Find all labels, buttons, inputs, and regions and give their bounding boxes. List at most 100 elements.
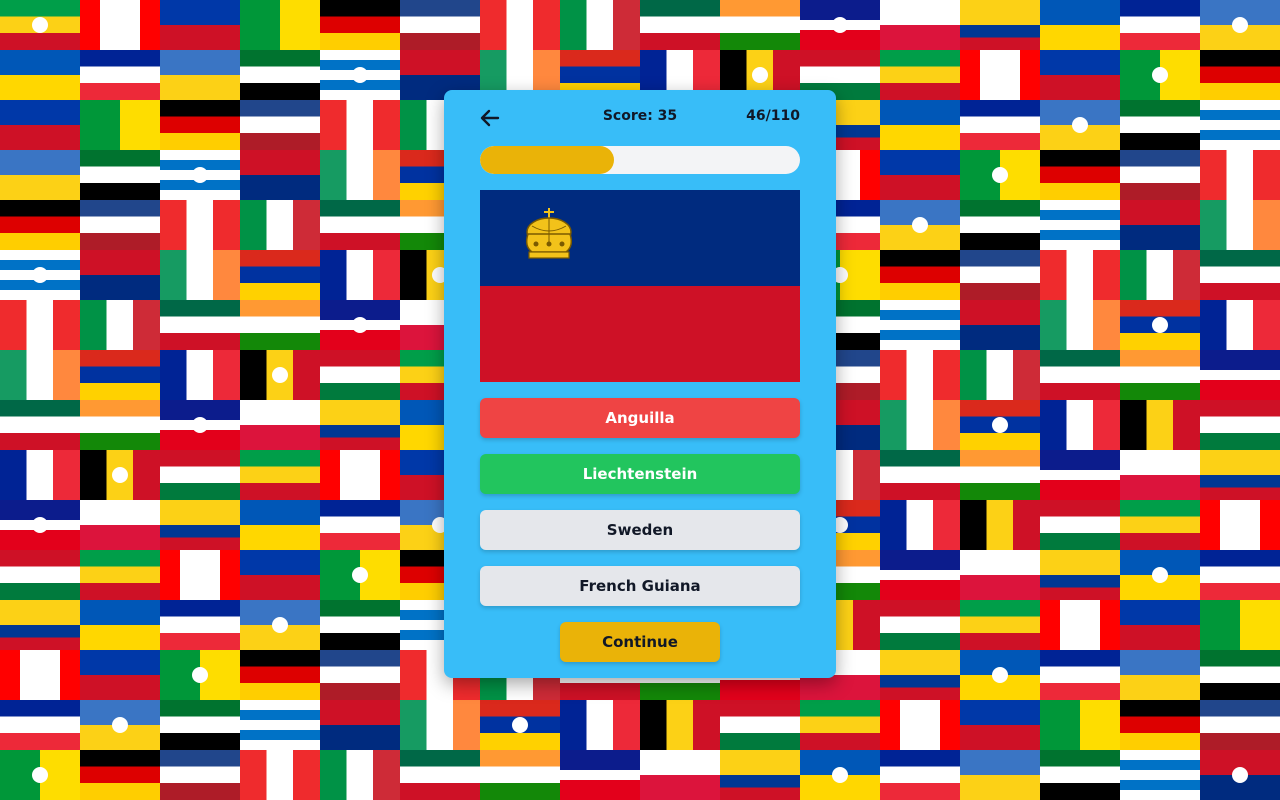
background-flag xyxy=(160,500,240,550)
background-flag xyxy=(1120,300,1200,350)
background-flag xyxy=(960,750,1040,800)
background-flag xyxy=(800,700,880,750)
background-flag xyxy=(1040,400,1120,450)
answer-option-anguilla[interactable]: Anguilla xyxy=(480,398,800,438)
background-flag xyxy=(0,550,80,600)
flag-emblem xyxy=(32,767,48,783)
continue-button[interactable]: Continue xyxy=(560,622,720,662)
background-flag xyxy=(880,350,960,400)
background-flag xyxy=(1120,600,1200,650)
background-flag xyxy=(80,300,160,350)
flag-emblem xyxy=(192,167,208,183)
background-flag xyxy=(880,150,960,200)
background-flag xyxy=(1040,500,1120,550)
background-flag xyxy=(80,500,160,550)
background-flag xyxy=(1200,600,1280,650)
background-flag xyxy=(560,0,640,50)
flag-emblem xyxy=(992,167,1008,183)
flag-emblem xyxy=(32,267,48,283)
background-flag xyxy=(720,700,800,750)
background-flag xyxy=(80,750,160,800)
background-flag xyxy=(0,300,80,350)
background-flag xyxy=(880,250,960,300)
background-flag xyxy=(240,50,320,100)
background-flag xyxy=(0,450,80,500)
background-flag xyxy=(240,400,320,450)
background-flag xyxy=(240,200,320,250)
flag-emblem xyxy=(1232,267,1248,283)
background-flag xyxy=(1040,550,1120,600)
background-flag xyxy=(320,550,400,600)
flag-emblem xyxy=(352,317,368,333)
background-flag xyxy=(1200,750,1280,800)
flag-emblem xyxy=(1152,67,1168,83)
background-flag xyxy=(1200,700,1280,750)
background-flag xyxy=(320,200,400,250)
background-flag xyxy=(960,350,1040,400)
flag-emblem xyxy=(1152,317,1168,333)
background-flag xyxy=(1040,650,1120,700)
background-flag xyxy=(480,750,560,800)
background-flag xyxy=(320,450,400,500)
background-flag xyxy=(80,550,160,600)
background-flag xyxy=(0,0,80,50)
background-flag xyxy=(80,650,160,700)
question-flag xyxy=(480,190,800,382)
background-flag xyxy=(80,600,160,650)
answer-option-french-guiana[interactable]: French Guiana xyxy=(480,566,800,606)
background-flag xyxy=(880,750,960,800)
background-flag xyxy=(640,700,720,750)
flag-emblem xyxy=(432,17,448,33)
background-flag xyxy=(1040,200,1120,250)
background-flag xyxy=(240,150,320,200)
background-flag xyxy=(1120,400,1200,450)
background-flag xyxy=(1120,550,1200,600)
background-flag xyxy=(1040,0,1120,50)
flag-emblem xyxy=(352,567,368,583)
flag-emblem xyxy=(32,517,48,533)
background-flag xyxy=(1040,700,1120,750)
background-flag xyxy=(320,150,400,200)
background-flag xyxy=(1120,100,1200,150)
background-flag xyxy=(960,700,1040,750)
flag-emblem xyxy=(512,717,528,733)
quiz-card: Score: 35 46/110 Anguilla Liechtenstein … xyxy=(444,90,836,678)
background-flag xyxy=(160,400,240,450)
background-flag xyxy=(880,50,960,100)
background-flag xyxy=(960,200,1040,250)
flag-emblem xyxy=(112,467,128,483)
background-flag xyxy=(960,300,1040,350)
background-flag xyxy=(960,450,1040,500)
flag-emblem xyxy=(272,617,288,633)
background-flag xyxy=(640,750,720,800)
answer-option-sweden[interactable]: Sweden xyxy=(480,510,800,550)
flag-emblem xyxy=(912,467,928,483)
flag-emblem xyxy=(1152,567,1168,583)
background-flag xyxy=(160,0,240,50)
background-flag xyxy=(1040,450,1120,500)
background-flag xyxy=(80,150,160,200)
background-flag xyxy=(480,700,560,750)
progress-fill xyxy=(480,146,615,174)
background-flag xyxy=(960,0,1040,50)
background-flag xyxy=(0,50,80,100)
background-flag xyxy=(80,100,160,150)
flag-emblem xyxy=(992,417,1008,433)
background-flag xyxy=(1120,250,1200,300)
background-flag xyxy=(160,100,240,150)
background-flag xyxy=(320,400,400,450)
background-flag xyxy=(0,400,80,450)
background-flag xyxy=(1040,100,1120,150)
progress-bar xyxy=(480,146,800,174)
background-flag xyxy=(0,200,80,250)
background-flag xyxy=(1120,50,1200,100)
background-flag xyxy=(80,250,160,300)
background-flag xyxy=(1120,500,1200,550)
background-flag xyxy=(160,550,240,600)
background-flag xyxy=(240,350,320,400)
answer-option-liechtenstein[interactable]: Liechtenstein xyxy=(480,454,800,494)
background-flag xyxy=(800,750,880,800)
background-flag xyxy=(1120,750,1200,800)
background-flag xyxy=(240,250,320,300)
background-flag xyxy=(160,200,240,250)
